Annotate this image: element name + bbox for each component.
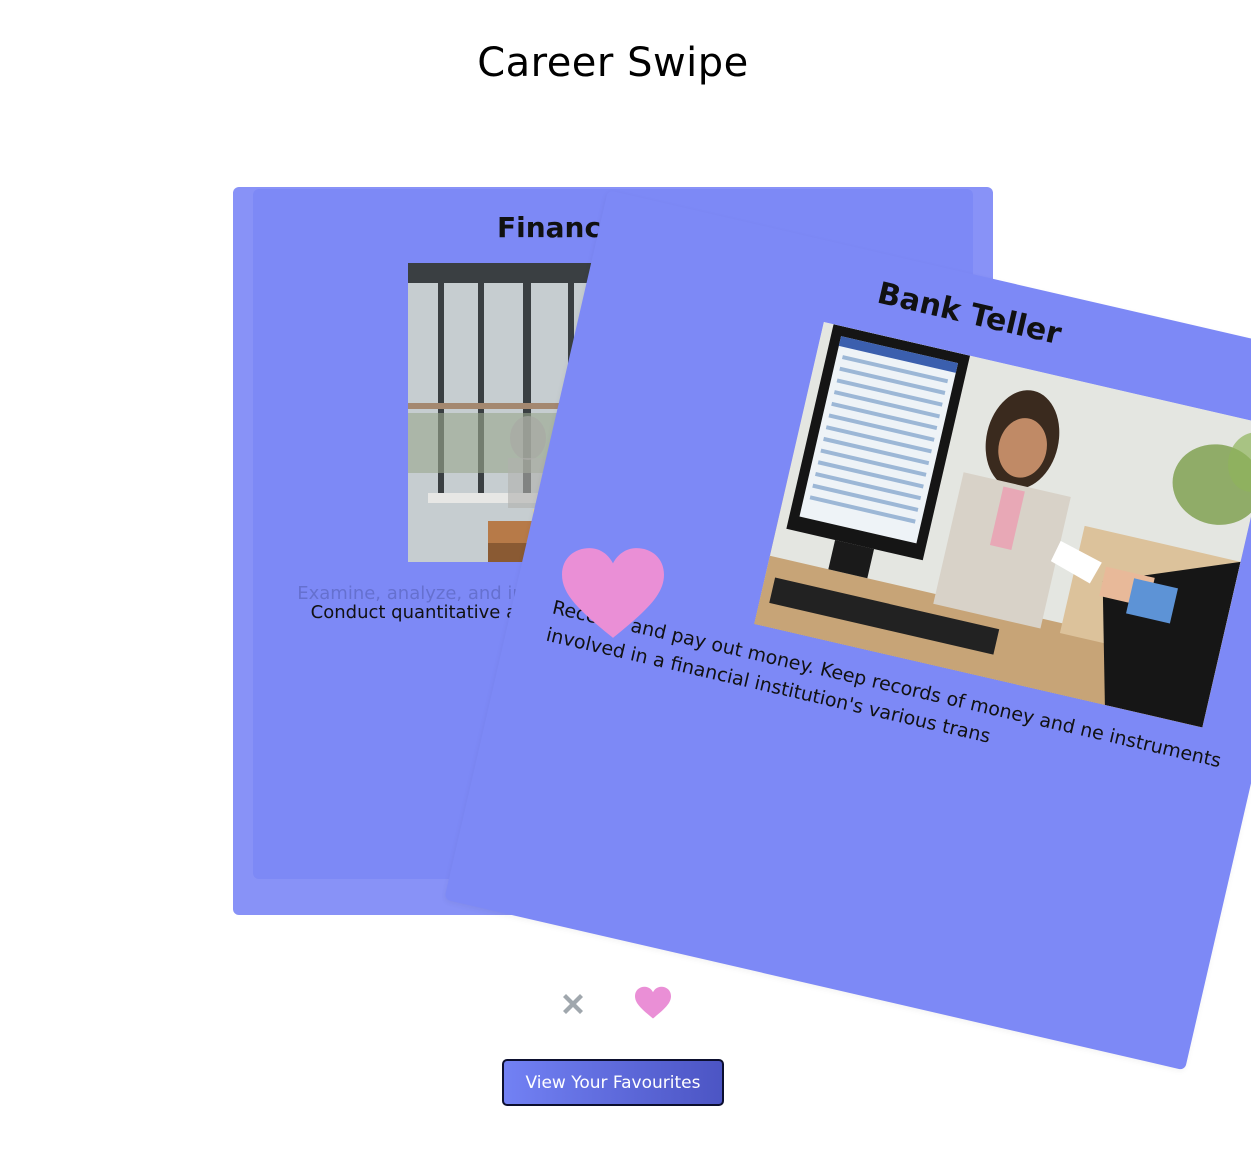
close-icon[interactable] — [557, 988, 589, 1020]
heart-icon[interactable] — [635, 986, 671, 1020]
page-title: Career Swipe — [477, 40, 749, 86]
view-favourites-button[interactable]: View Your Favourites — [502, 1059, 724, 1106]
heart-icon — [562, 548, 664, 640]
